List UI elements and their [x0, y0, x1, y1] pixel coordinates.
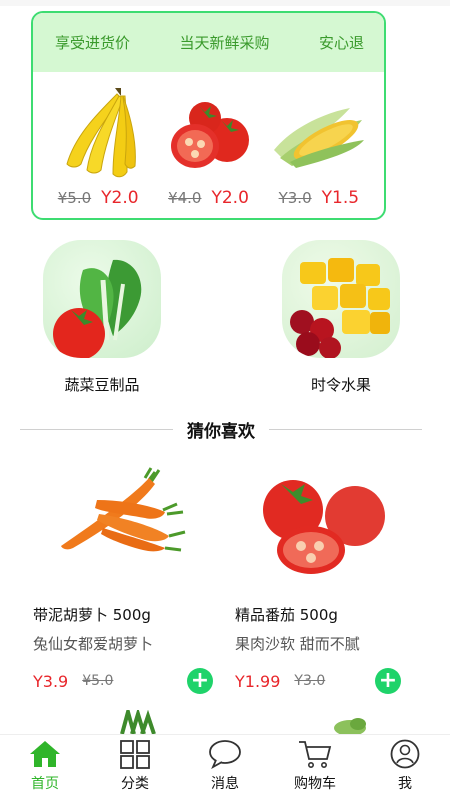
tomato-image — [171, 102, 250, 168]
promo-new-price: Y1.5 — [321, 188, 360, 208]
top-strip — [0, 0, 450, 6]
promo-tag-refund: 安心退 — [318, 34, 364, 52]
promo-header: 享受进货价 当天新鲜采购 安心退 — [33, 13, 384, 72]
next-product-image-left — [120, 710, 156, 734]
promo-old-price: Y3.0 — [278, 189, 312, 207]
chat-icon — [209, 740, 241, 769]
product-card-carrot[interactable]: 带泥胡萝卜 500g 兔仙女都爱胡萝卜 Y3.9 ¥5.0 + — [33, 460, 213, 694]
promo-new-price: Y2.0 — [101, 188, 139, 208]
section-header-recommend: 猜你喜欢 — [20, 415, 422, 443]
promo-tag-fresh: 当天新鲜采购 — [179, 34, 270, 52]
fruits-image — [282, 240, 400, 358]
product-desc: 果肉沙软 甜而不腻 — [235, 635, 360, 653]
section-title: 猜你喜欢 — [187, 421, 255, 442]
tab-profile[interactable]: 我 — [360, 735, 450, 800]
promo-old-price: ¥4.0 — [168, 189, 202, 207]
product-price: Y3.9 — [33, 671, 69, 691]
category-label: 蔬菜豆制品 — [64, 376, 140, 394]
promo-new-price: Y2.0 — [211, 188, 249, 208]
product-old-price: Y3.0 — [294, 673, 326, 689]
product-old-price: ¥5.0 — [82, 673, 114, 689]
add-to-cart-button[interactable]: + — [187, 668, 213, 694]
next-product-image-right — [334, 718, 366, 734]
tab-messages[interactable]: 消息 — [180, 735, 270, 800]
vegetables-image — [43, 240, 161, 358]
bottom-tab-bar: 首页 分类 消息 购物车 我 — [0, 734, 450, 800]
corn-image — [273, 108, 364, 168]
category-label: 时令水果 — [310, 376, 371, 394]
banana-image — [66, 88, 136, 178]
tab-label: 我 — [398, 776, 412, 792]
tab-label: 购物车 — [294, 776, 336, 792]
tomato-product-image — [235, 460, 415, 590]
user-icon — [390, 739, 420, 769]
promo-item-banana[interactable]: ¥5.0 Y2.0 — [43, 72, 153, 218]
product-card-tomato[interactable]: 精品番茄 500g 果肉沙软 甜而不腻 Y1.99 Y3.0 + — [235, 460, 415, 694]
product-name: 带泥胡萝卜 500g — [33, 606, 151, 624]
promo-old-price: ¥5.0 — [57, 189, 92, 207]
home-icon — [30, 741, 60, 767]
tab-label: 消息 — [211, 776, 239, 792]
promo-card[interactable]: 享受进货价 当天新鲜采购 安心退 ¥5.0 Y2.0 ¥4.0 Y2.0 Y3.… — [31, 11, 386, 220]
promo-item-tomato[interactable]: ¥4.0 Y2.0 — [153, 72, 263, 218]
product-price: Y1.99 — [235, 671, 281, 691]
tab-home[interactable]: 首页 — [0, 735, 90, 800]
cart-icon — [299, 741, 332, 768]
category-vegetables[interactable]: 蔬菜豆制品 — [43, 240, 161, 395]
product-desc: 兔仙女都爱胡萝卜 — [33, 635, 154, 653]
tab-label: 分类 — [121, 776, 149, 792]
divider-right — [269, 428, 422, 430]
promo-item-corn[interactable]: Y3.0 Y1.5 — [264, 72, 374, 218]
product-name: 精品番茄 500g — [235, 606, 338, 624]
carrot-image — [33, 460, 213, 590]
tab-category[interactable]: 分类 — [90, 735, 180, 800]
grid-icon — [120, 740, 150, 769]
promo-tag-wholesale: 享受进货价 — [55, 34, 131, 52]
tab-label: 首页 — [31, 776, 59, 792]
add-to-cart-button[interactable]: + — [375, 668, 401, 694]
divider-left — [20, 428, 173, 430]
category-fruits[interactable]: 时令水果 — [282, 240, 400, 395]
tab-cart[interactable]: 购物车 — [270, 735, 360, 800]
